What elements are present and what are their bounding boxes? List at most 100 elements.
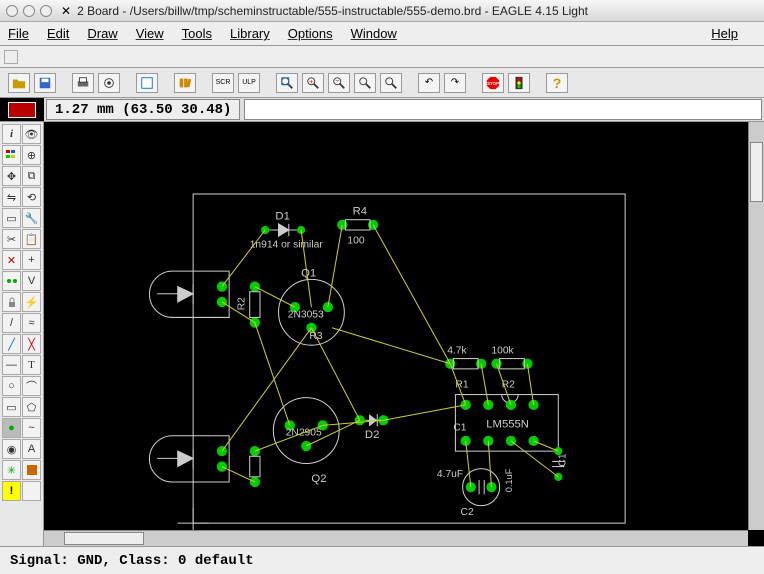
ratsnest-tool[interactable]: ✳	[2, 460, 21, 480]
svg-text:STOP: STOP	[487, 80, 499, 85]
lock-tool[interactable]	[2, 292, 21, 312]
horizontal-scrollbar[interactable]	[44, 530, 748, 546]
polygon-tool[interactable]: ⬠	[22, 397, 41, 417]
menu-draw[interactable]: Draw	[87, 26, 117, 41]
rotate-tool[interactable]: ⟲	[22, 187, 41, 207]
via-tool[interactable]: ●	[2, 418, 21, 438]
svg-text:C1: C1	[453, 423, 466, 434]
cam-button[interactable]	[98, 73, 120, 93]
svg-text:LM555N: LM555N	[486, 418, 529, 430]
ripup-tool[interactable]: ╳	[22, 334, 41, 354]
svg-text:C2: C2	[461, 507, 474, 518]
optimize-tool[interactable]: ≈	[22, 313, 41, 333]
library-button[interactable]	[174, 73, 196, 93]
change-tool[interactable]: 🔧	[22, 208, 41, 228]
svg-text:0.1uF: 0.1uF	[504, 468, 514, 492]
smash-tool[interactable]: ⚡	[22, 292, 41, 312]
rect-tool[interactable]: ▭	[2, 397, 21, 417]
svg-text:Q2: Q2	[311, 473, 326, 485]
info-tool[interactable]: i	[2, 124, 21, 144]
svg-text:R4: R4	[353, 206, 367, 218]
delete-tool[interactable]: ✕	[2, 250, 21, 270]
status-bar: Signal: GND, Class: 0 default	[0, 546, 764, 574]
command-input[interactable]	[244, 99, 762, 120]
drc-tool[interactable]	[22, 481, 41, 501]
ulp-button[interactable]: ULP	[238, 73, 260, 93]
circle-tool[interactable]: ○	[2, 376, 21, 396]
route-tool[interactable]: ╱	[2, 334, 21, 354]
svg-text:4.7uF: 4.7uF	[437, 469, 463, 480]
go-button[interactable]	[508, 73, 530, 93]
print-button[interactable]	[72, 73, 94, 93]
script-button[interactable]: SCR	[212, 73, 234, 93]
menu-help[interactable]: Help	[711, 26, 738, 41]
text-tool[interactable]: T	[22, 355, 41, 375]
tool-palette: i 👁 ⊕ ✥ ⧉ ⇋ ⟲ ▭ 🔧 ✂ 📋 ✕ + V ⚡ / ≈ ╱ ╳ — …	[0, 122, 44, 546]
undo-button[interactable]: ↶	[418, 73, 440, 93]
zoom-select-button[interactable]	[380, 73, 402, 93]
add-tool[interactable]: +	[22, 250, 41, 270]
wire-tool[interactable]: —	[2, 355, 21, 375]
schematic-button[interactable]	[136, 73, 158, 93]
vertical-scrollbar[interactable]	[748, 122, 764, 530]
menu-edit[interactable]: Edit	[47, 26, 69, 41]
arc-tool[interactable]: ⌒	[22, 376, 41, 396]
mark-tool[interactable]: ⊕	[22, 145, 41, 165]
menu-window[interactable]: Window	[351, 26, 397, 41]
pcb-drawing: D1 1n914 or similar R4 100 Q1 2N3053 R3 …	[44, 122, 764, 546]
redo-button[interactable]: ↷	[444, 73, 466, 93]
board-canvas[interactable]: D1 1n914 or similar R4 100 Q1 2N3053 R3 …	[44, 122, 764, 546]
minimize-window-button[interactable]	[23, 5, 35, 17]
zoom-window-button[interactable]	[40, 5, 52, 17]
svg-text:D2: D2	[365, 429, 379, 441]
close-window-button[interactable]	[6, 5, 18, 17]
open-button[interactable]	[8, 73, 30, 93]
group-tool[interactable]: ▭	[2, 208, 21, 228]
stop-button[interactable]: STOP	[482, 73, 504, 93]
menu-options[interactable]: Options	[288, 26, 333, 41]
app-icon: ✕	[61, 4, 71, 18]
svg-text:100k: 100k	[491, 345, 514, 356]
zoom-redraw-button[interactable]	[354, 73, 376, 93]
help-button[interactable]: ?	[546, 73, 568, 93]
menu-tools[interactable]: Tools	[182, 26, 212, 41]
menu-file[interactable]: File	[8, 26, 29, 41]
grid-toolbar	[0, 46, 764, 68]
menu-view[interactable]: View	[136, 26, 164, 41]
grid-button[interactable]	[4, 50, 18, 64]
hole-tool[interactable]: ◉	[2, 439, 21, 459]
attribute-tool[interactable]: A	[22, 439, 41, 459]
auto-tool[interactable]	[22, 460, 41, 480]
layer-selector[interactable]	[0, 98, 44, 121]
show-tool[interactable]: 👁	[22, 124, 41, 144]
svg-text:−: −	[335, 78, 339, 85]
paste-tool[interactable]: 📋	[22, 229, 41, 249]
split-tool[interactable]: /	[2, 313, 21, 333]
replace-tool[interactable]: V	[22, 271, 41, 291]
svg-text:2N3053: 2N3053	[288, 309, 324, 320]
window-titlebar: ✕ 2 Board - /Users/billw/tmp/scheminstru…	[0, 0, 764, 22]
pinswap-tool[interactable]	[2, 271, 21, 291]
coordinate-bar: 1.27 mm (63.50 30.48)	[0, 98, 764, 122]
status-text: Signal: GND, Class: 0 default	[10, 553, 254, 569]
main-toolbar: SCR ULP + − ↶ ↷ STOP ?	[0, 68, 764, 98]
erc-tool[interactable]: !	[2, 481, 21, 501]
menu-library[interactable]: Library	[230, 26, 270, 41]
zoom-in-button[interactable]: +	[302, 73, 324, 93]
svg-text:4.7k: 4.7k	[447, 345, 467, 356]
move-tool[interactable]: ✥	[2, 166, 21, 186]
mirror-tool[interactable]: ⇋	[2, 187, 21, 207]
zoom-fit-button[interactable]	[276, 73, 298, 93]
menu-bar: File Edit Draw View Tools Library Option…	[0, 22, 764, 46]
signal-tool[interactable]: ~	[22, 418, 41, 438]
copy-tool[interactable]: ⧉	[22, 166, 41, 186]
zoom-out-button[interactable]: −	[328, 73, 350, 93]
save-button[interactable]	[34, 73, 56, 93]
coordinate-display: 1.27 mm (63.50 30.48)	[46, 99, 240, 120]
svg-text:100: 100	[347, 235, 364, 246]
cut-tool[interactable]: ✂	[2, 229, 21, 249]
svg-text:C1: C1	[557, 453, 568, 466]
window-title: 2 Board - /Users/billw/tmp/scheminstruct…	[77, 4, 588, 18]
svg-text:R2: R2	[237, 297, 248, 310]
display-tool[interactable]	[2, 145, 21, 165]
